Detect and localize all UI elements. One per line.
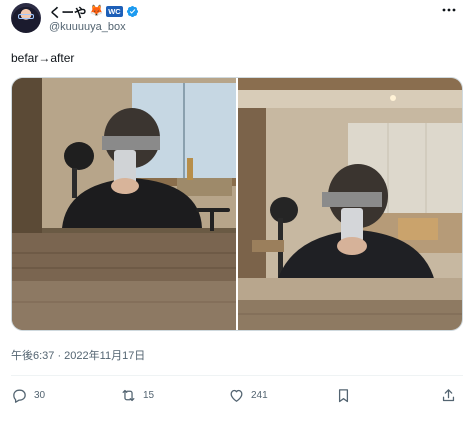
- retweet-count: 15: [143, 389, 155, 401]
- fox-emoji: 🦊: [89, 5, 104, 17]
- verified-icon: [126, 5, 138, 17]
- share-icon: [442, 388, 455, 401]
- like-icon: [230, 389, 243, 402]
- retweet-button[interactable]: 15: [120, 384, 154, 406]
- divider: [11, 375, 463, 376]
- reply-icon: [13, 389, 26, 403]
- like-count: 241: [251, 389, 268, 401]
- photo-after[interactable]: [238, 78, 462, 330]
- share-button[interactable]: [440, 384, 457, 406]
- avatar-glasses: [18, 14, 34, 19]
- bookmark-icon: [338, 388, 349, 402]
- handle[interactable]: @kuuuuya_box: [49, 21, 126, 33]
- like-button[interactable]: 241: [228, 384, 268, 406]
- tweet-timestamp[interactable]: 午後6:37 · 2022年11月17日: [11, 347, 145, 363]
- wc-badge: WC: [106, 5, 123, 17]
- author-name-row[interactable]: くーや 🦊 WC: [49, 2, 139, 21]
- photo-before[interactable]: [12, 78, 236, 330]
- action-bar: 30 15 241: [0, 384, 470, 406]
- reply-button[interactable]: 30: [11, 384, 45, 406]
- display-name[interactable]: くーや: [49, 2, 87, 21]
- tweet-text: befar→after: [11, 51, 75, 65]
- bookmark-button[interactable]: [335, 384, 352, 406]
- reply-count: 30: [34, 389, 46, 401]
- retweet-icon: [122, 389, 135, 401]
- avatar[interactable]: [11, 3, 41, 33]
- more-icon[interactable]: [441, 4, 457, 16]
- media-grid: [11, 77, 463, 331]
